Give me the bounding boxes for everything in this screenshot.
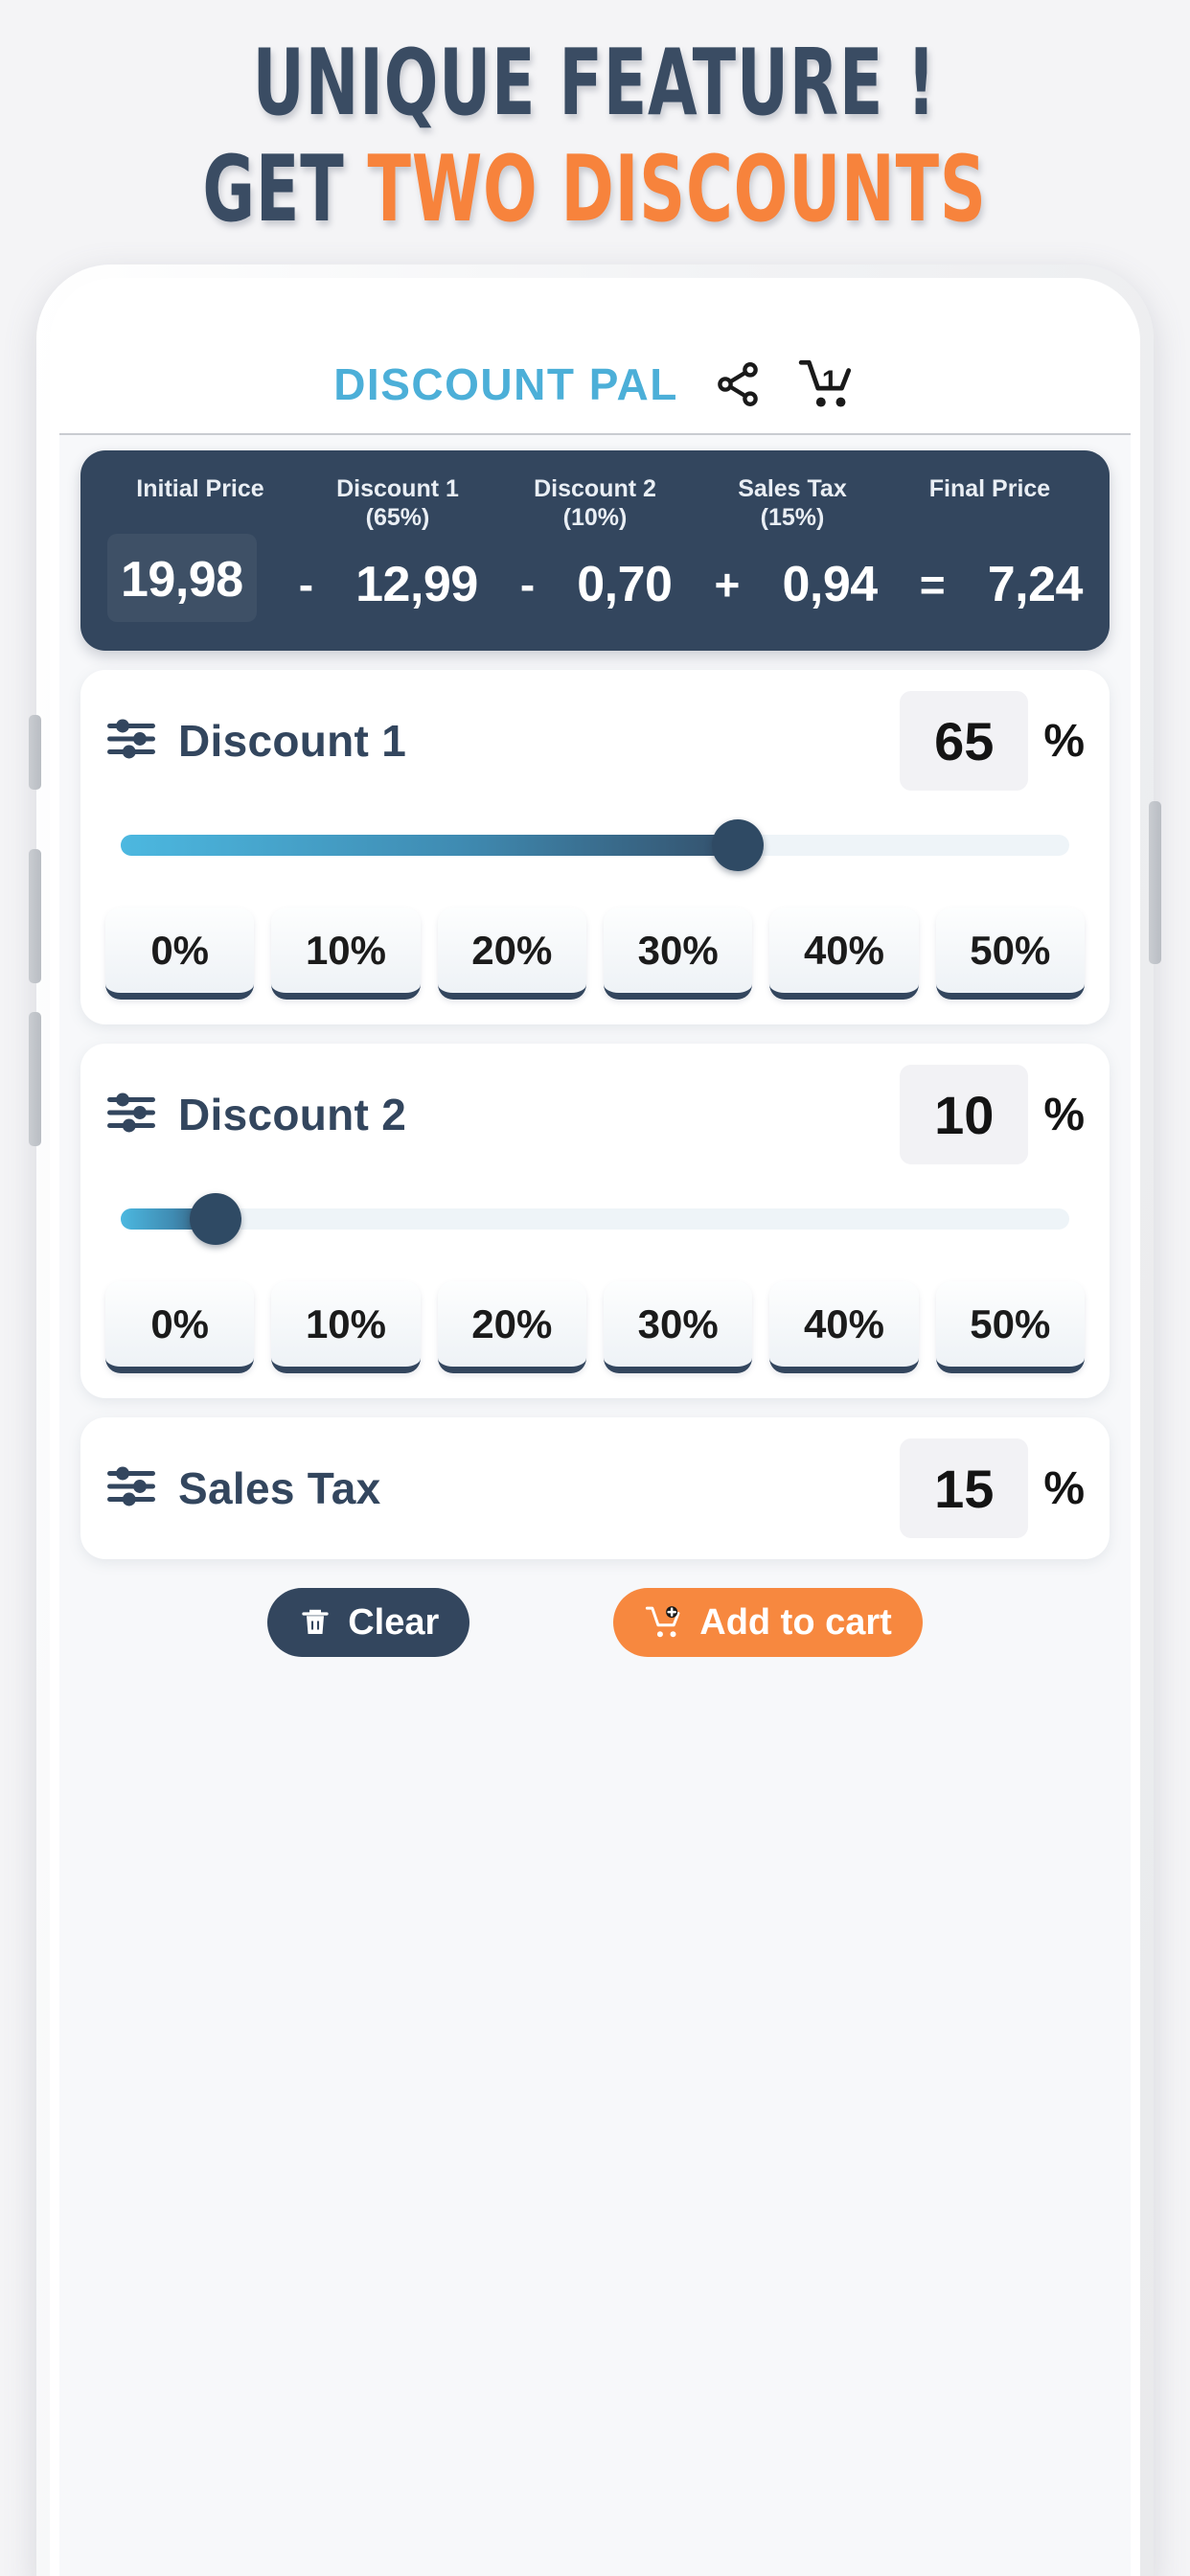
discount-2-header: Discount 2 10 % bbox=[105, 1065, 1085, 1164]
discount-2-value-input[interactable]: 10 bbox=[900, 1065, 1029, 1164]
discount-2-presets: 0% 10% 20% 30% 40% 50% bbox=[105, 1281, 1085, 1373]
app-bar: DISCOUNT PAL 1 bbox=[59, 335, 1131, 435]
sales-tax-percent-sign: % bbox=[1043, 1462, 1085, 1514]
summary-header-text: Discount 2 bbox=[534, 475, 656, 502]
promo-line-1: UNIQUE FEATURE ! bbox=[253, 31, 937, 136]
discount-1-header: Discount 1 65 % bbox=[105, 691, 1085, 791]
sales-tax-value-input[interactable]: 15 bbox=[900, 1438, 1029, 1538]
promo-line-2-prefix: GET bbox=[202, 137, 345, 242]
discount-2-slider-thumb[interactable] bbox=[190, 1193, 241, 1245]
discount-2-percent-sign: % bbox=[1043, 1089, 1085, 1140]
summary-header-text: Discount 1 bbox=[336, 475, 459, 502]
preset-button[interactable]: 50% bbox=[935, 1281, 1085, 1373]
discount-2-slider-track bbox=[121, 1208, 1069, 1230]
discount-1-presets: 0% 10% 20% 30% 40% 50% bbox=[105, 908, 1085, 1000]
discount-1-slider[interactable] bbox=[121, 808, 1069, 883]
discount-1-card: Discount 1 65 % 0% 10% 20% 30% 40% 50% bbox=[80, 670, 1110, 1024]
cart-button[interactable]: 1 bbox=[797, 356, 857, 412]
operator-plus: + bbox=[714, 560, 741, 610]
discount-1-percent-sign: % bbox=[1043, 715, 1085, 767]
preset-button[interactable]: 0% bbox=[105, 1281, 255, 1373]
promo-line-2-highlight: TWO DISCOUNTS bbox=[367, 137, 988, 242]
summary-header-discount-2: Discount 2 (10%) bbox=[496, 475, 694, 532]
sliders-icon bbox=[105, 713, 157, 770]
summary-header-subtext: (65%) bbox=[365, 503, 430, 531]
sliders-icon bbox=[105, 1460, 157, 1517]
clear-button-label: Clear bbox=[348, 1601, 440, 1643]
phone-side-button-silent[interactable] bbox=[29, 715, 41, 790]
operator-minus-2: - bbox=[519, 560, 536, 610]
operator-minus-1: - bbox=[298, 560, 314, 610]
preset-button[interactable]: 20% bbox=[437, 908, 586, 1000]
preset-button[interactable]: 10% bbox=[271, 908, 421, 1000]
discount1-amount: 12,99 bbox=[355, 557, 478, 612]
discount-1-slider-fill bbox=[121, 835, 738, 856]
preset-button[interactable]: 50% bbox=[935, 908, 1085, 1000]
sales-tax-amount: 0,94 bbox=[782, 557, 879, 612]
phone-side-button-power[interactable] bbox=[1149, 801, 1161, 964]
promo-headline: UNIQUE FEATURE ! GET TWO DISCOUNTS bbox=[0, 0, 1190, 259]
app-status-area: DISCOUNT PAL 1 bbox=[59, 291, 1131, 435]
phone-screen-bezel: DISCOUNT PAL 1 Initial Price Discount 1 … bbox=[50, 278, 1140, 2576]
app-screen: DISCOUNT PAL 1 Initial Price Discount 1 … bbox=[59, 291, 1131, 2576]
summary-header-initial-price: Initial Price bbox=[102, 475, 299, 532]
add-to-cart-button[interactable]: Add to cart bbox=[613, 1588, 923, 1657]
summary-header-text: Sales Tax bbox=[738, 475, 847, 502]
discount-1-label: Discount 1 bbox=[178, 716, 407, 766]
summary-header-sales-tax: Sales Tax (15%) bbox=[694, 475, 891, 532]
preset-button[interactable]: 40% bbox=[769, 1281, 919, 1373]
summary-values-row: 19,98 - 12,99 - 0,70 + 0,94 = 7,24 bbox=[102, 534, 1088, 622]
phone-side-button-volume-up[interactable] bbox=[29, 849, 41, 983]
preset-button[interactable]: 40% bbox=[769, 908, 919, 1000]
discount-2-label: Discount 2 bbox=[178, 1090, 407, 1139]
initial-price-input[interactable]: 19,98 bbox=[107, 534, 257, 622]
add-to-cart-button-label: Add to cart bbox=[699, 1601, 892, 1643]
summary-header-text: Initial Price bbox=[136, 475, 264, 502]
cart-count-badge: 1 bbox=[821, 364, 838, 397]
phone-side-button-volume-down[interactable] bbox=[29, 1012, 41, 1146]
sales-tax-header: Sales Tax 15 % bbox=[105, 1438, 1085, 1538]
discount-1-value-input[interactable]: 65 bbox=[900, 691, 1029, 791]
share-icon bbox=[717, 362, 758, 406]
summary-header-subtext: (15%) bbox=[760, 503, 825, 531]
cart-plus-icon bbox=[646, 1606, 680, 1638]
preset-button[interactable]: 0% bbox=[105, 908, 255, 1000]
summary-header-final-price: Final Price bbox=[891, 475, 1088, 532]
operator-equals: = bbox=[919, 560, 946, 610]
discount-2-card: Discount 2 10 % 0% 10% 20% 30% 40% 50% bbox=[80, 1044, 1110, 1398]
phone-device-frame: DISCOUNT PAL 1 Initial Price Discount 1 … bbox=[29, 264, 1161, 2576]
summary-header-discount-1: Discount 1 (65%) bbox=[299, 475, 496, 532]
share-button[interactable] bbox=[713, 359, 763, 409]
app-title: DISCOUNT PAL bbox=[333, 359, 678, 409]
sales-tax-label: Sales Tax bbox=[178, 1463, 381, 1513]
summary-header-text: Final Price bbox=[928, 475, 1051, 502]
discount-2-slider[interactable] bbox=[121, 1182, 1069, 1256]
preset-button[interactable]: 30% bbox=[603, 908, 753, 1000]
preset-button[interactable]: 10% bbox=[271, 1281, 421, 1373]
sales-tax-card: Sales Tax 15 % bbox=[80, 1417, 1110, 1559]
sliders-icon bbox=[105, 1087, 157, 1143]
summary-header-subtext: (10%) bbox=[562, 503, 628, 531]
discount2-amount: 0,70 bbox=[577, 557, 673, 612]
summary-panel: Initial Price Discount 1 (65%) Discount … bbox=[80, 450, 1110, 651]
preset-button[interactable]: 30% bbox=[603, 1281, 753, 1373]
promo-line-2: GET TWO DISCOUNTS bbox=[203, 145, 987, 236]
page-root: UNIQUE FEATURE ! GET TWO DISCOUNTS DISCO… bbox=[0, 0, 1190, 2576]
summary-headers: Initial Price Discount 1 (65%) Discount … bbox=[102, 475, 1088, 532]
final-price-value: 7,24 bbox=[987, 557, 1084, 612]
preset-button[interactable]: 20% bbox=[437, 1281, 586, 1373]
action-buttons: Clear Add to cart bbox=[59, 1588, 1131, 1657]
clear-button[interactable]: Clear bbox=[267, 1588, 470, 1657]
discount-1-slider-thumb[interactable] bbox=[711, 819, 764, 871]
trash-icon bbox=[302, 1609, 329, 1634]
